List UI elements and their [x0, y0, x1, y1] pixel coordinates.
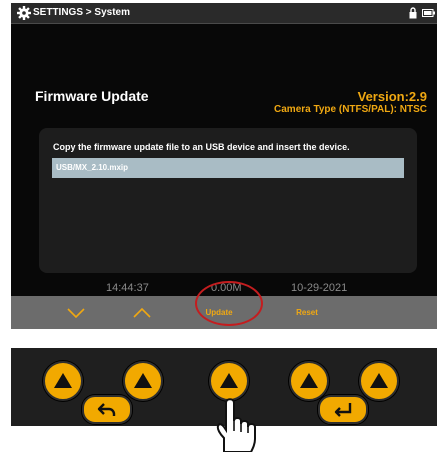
battery-icon: [422, 9, 435, 17]
status-date: 10-29-2021: [291, 282, 348, 294]
softkey-up[interactable]: [129, 296, 155, 329]
highlight-circle: [195, 281, 263, 326]
file-list: USB/MX_2.10.mxip: [52, 158, 404, 178]
triangle-up-icon: [54, 373, 72, 388]
reset-button[interactable]: Reset: [283, 296, 331, 329]
camera-type-label: Camera Type (NTFS/PAL): NTSC: [274, 104, 427, 115]
back-button[interactable]: [82, 395, 132, 424]
keypad-button-1[interactable]: [43, 361, 83, 401]
keypad-button-5[interactable]: [359, 361, 399, 401]
triangle-up-icon: [134, 373, 152, 388]
keypad-button-4[interactable]: [289, 361, 329, 401]
file-panel: Copy the firmware update file to an USB …: [39, 128, 417, 273]
status-time: 14:44:37: [106, 282, 149, 294]
pointing-hand-icon: [216, 398, 256, 452]
breadcrumb: SETTINGS > System: [33, 7, 130, 18]
enter-button[interactable]: [318, 395, 368, 424]
gear-icon: [17, 6, 31, 20]
triangle-up-icon: [300, 373, 318, 388]
chevron-up-icon: [133, 307, 151, 318]
page-title: Firmware Update: [35, 88, 149, 104]
device-screen: SETTINGS > System Firmware Update Versio…: [11, 3, 437, 329]
keypad-button-2[interactable]: [123, 361, 163, 401]
chevron-down-icon: [67, 307, 85, 318]
triangle-up-icon: [220, 373, 238, 388]
lock-icon: [409, 7, 417, 19]
triangle-up-icon: [370, 373, 388, 388]
file-item-selected[interactable]: USB/MX_2.10.mxip: [52, 158, 404, 178]
version-label: Version:2.9: [357, 89, 427, 104]
instruction-text: Copy the firmware update file to an USB …: [53, 142, 350, 152]
softkey-down[interactable]: [63, 296, 89, 329]
back-arrow-icon: [97, 403, 116, 416]
title-bar: SETTINGS > System: [11, 3, 437, 24]
enter-icon: [334, 403, 352, 417]
